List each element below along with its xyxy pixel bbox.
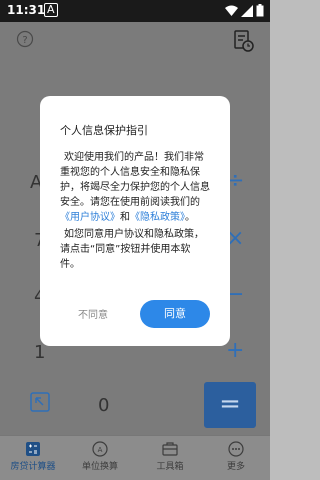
equals-button[interactable]: = bbox=[204, 382, 256, 428]
status-bar: 11:31 A bbox=[0, 0, 270, 22]
toolbox-icon bbox=[162, 442, 178, 456]
history-icon[interactable] bbox=[234, 30, 254, 52]
nav-toolbox[interactable]: 工具箱 bbox=[140, 441, 200, 472]
notification-icon: A bbox=[44, 3, 58, 17]
svg-text:A: A bbox=[98, 446, 103, 454]
dialog-period-text: 。 bbox=[185, 212, 195, 223]
help-icon[interactable]: ? bbox=[16, 30, 34, 48]
disagree-button[interactable]: 不同意 bbox=[78, 306, 108, 321]
privacy-policy-link[interactable]: 《隐私政策》 bbox=[130, 212, 185, 223]
calculator-icon bbox=[26, 442, 40, 456]
status-time: 11:31 bbox=[7, 3, 46, 17]
nav-label: 更多 bbox=[226, 462, 245, 472]
key-0[interactable]: 0 bbox=[98, 395, 109, 416]
nav-label: 工具箱 bbox=[156, 462, 184, 472]
agree-button[interactable]: 同意 bbox=[140, 300, 210, 328]
dialog-body: 欢迎使用我们的产品！我们非常重视您的个人信息安全和隐私保护，将竭尽全力保护您的个… bbox=[60, 150, 210, 272]
bottom-nav: 房贷计算器 A 单位换算 工具箱 更多 bbox=[0, 435, 270, 480]
battery-icon bbox=[256, 4, 264, 17]
dialog-title: 个人信息保护指引 bbox=[60, 124, 148, 137]
dialog-and-text: 和 bbox=[120, 212, 130, 223]
privacy-dialog: 个人信息保护指引 欢迎使用我们的产品！我们非常重视您的个人信息安全和隐私保护，将… bbox=[40, 96, 230, 346]
dialog-intro-text: 欢迎使用我们的产品！我们非常重视您的个人信息安全和隐私保护，将竭尽全力保护您的个… bbox=[60, 152, 210, 208]
collapse-icon[interactable] bbox=[30, 392, 50, 412]
nav-label: 房贷计算器 bbox=[10, 462, 56, 472]
key-1[interactable]: 1 bbox=[34, 342, 45, 363]
key-plus[interactable]: + bbox=[226, 338, 244, 363]
nav-more[interactable]: 更多 bbox=[206, 441, 266, 472]
app-header: ? bbox=[0, 22, 270, 60]
dialog-actions: 不同意 同意 bbox=[40, 300, 230, 328]
svg-text:?: ? bbox=[22, 35, 27, 46]
nav-unit-conversion[interactable]: A 单位换算 bbox=[70, 441, 130, 472]
wifi-icon bbox=[225, 5, 238, 16]
nav-label: 单位换算 bbox=[81, 462, 118, 472]
more-icon bbox=[228, 441, 244, 457]
user-agreement-link[interactable]: 《用户协议》 bbox=[60, 212, 120, 223]
convert-icon: A bbox=[92, 441, 108, 457]
dialog-consent-text: 如您同意用户协议和隐私政策，请点击“同意”按钮并使用本软件。 bbox=[60, 229, 204, 270]
signal-icon bbox=[241, 4, 253, 17]
nav-mortgage-calculator[interactable]: 房贷计算器 bbox=[3, 441, 63, 472]
